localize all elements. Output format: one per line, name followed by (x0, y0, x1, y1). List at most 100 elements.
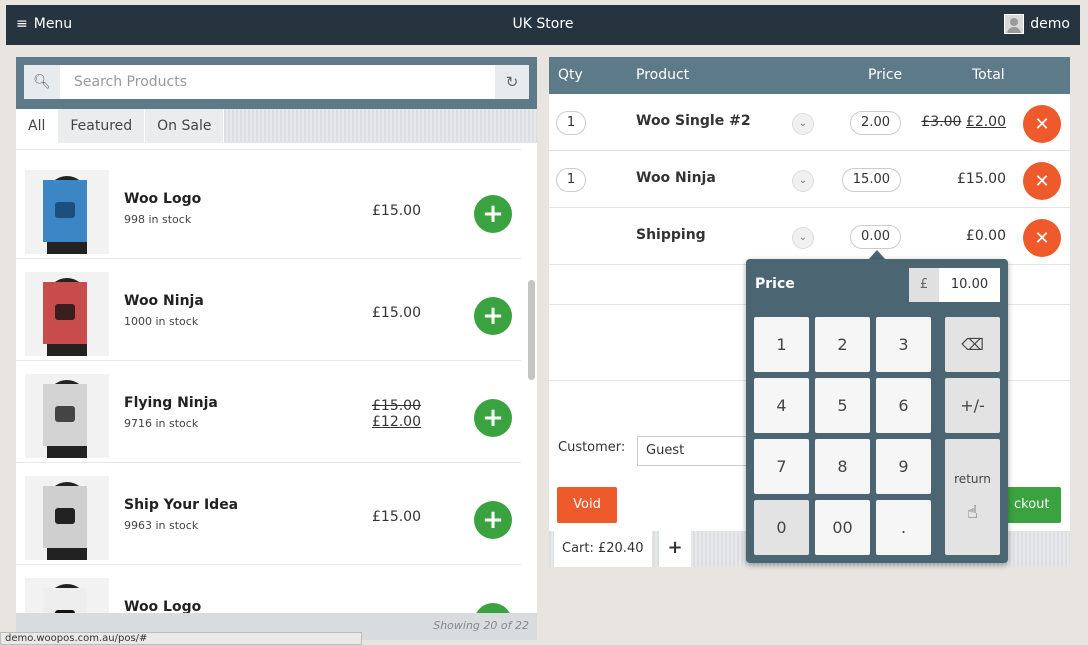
product-image (25, 374, 109, 458)
key-5[interactable]: 5 (815, 378, 870, 433)
tab-on-sale[interactable]: On Sale (145, 109, 225, 143)
store-title: UK Store (512, 16, 574, 32)
cart-item-total: £3.00 £2.00 (921, 114, 1006, 130)
add-to-cart-button[interactable]: + (474, 399, 512, 437)
product-row[interactable]: Flying Ninja 9716 in stock £15.00 £12.00… (16, 361, 521, 463)
cart-row: 1 Woo Ninja ⌄ 15.00 £15.00 ✕ (549, 151, 1070, 208)
showing-count: Showing 20 of 22 (433, 619, 529, 632)
product-image (25, 476, 109, 560)
product-name: Woo Ninja (124, 293, 204, 309)
key-9[interactable]: 9 (876, 439, 931, 494)
poster-mark (55, 508, 75, 524)
cart-item-name: Woo Ninja (636, 170, 716, 186)
key-8[interactable]: 8 (815, 439, 870, 494)
user-menu[interactable]: demo (1004, 14, 1070, 34)
key-7[interactable]: 7 (754, 439, 809, 494)
add-to-cart-button[interactable]: + (474, 195, 512, 233)
product-stock: 9716 in stock (124, 417, 199, 430)
remove-item-button[interactable]: ✕ (1023, 162, 1061, 200)
price-keypad: Price £ 10.00 1 2 3 ⌫ 4 5 6 +/- 7 8 9 re… (746, 259, 1008, 563)
col-price: Price (868, 67, 903, 83)
product-price: £15.00 £12.00 (372, 398, 421, 430)
poster-mark (55, 202, 75, 218)
chevron-down-icon[interactable]: ⌄ (792, 170, 814, 192)
total-new: £2.00 (965, 114, 1006, 130)
search-icon[interactable]: 🔍︎ (24, 65, 60, 99)
price-field[interactable]: 0.00 (850, 225, 901, 249)
col-qty: Qty (558, 67, 583, 83)
product-name: Woo Logo (124, 599, 202, 613)
backspace-icon: ⌫ (961, 335, 984, 354)
key-decimal[interactable]: . (876, 500, 931, 555)
customer-field[interactable]: Guest (637, 436, 757, 466)
qty-field[interactable]: 1 (556, 168, 586, 192)
poster-mark (55, 304, 75, 320)
product-image (25, 170, 109, 254)
products-panel: 🔍︎ ↻ All Featured On Sale Woo Logo 998 i… (16, 57, 537, 640)
price-field[interactable]: 2.00 (850, 111, 901, 135)
cart-item-name: Woo Single #2 (636, 113, 751, 129)
user-name: demo (1030, 16, 1070, 32)
hand-cursor-icon: ☝ (967, 501, 978, 523)
avatar (1004, 14, 1025, 34)
product-stock: 9963 in stock (124, 519, 199, 532)
price-field[interactable]: 15.00 (841, 168, 901, 192)
refresh-icon[interactable]: ↻ (495, 65, 529, 99)
product-row[interactable]: Woo Logo 998 in stock £15.00 + (16, 157, 521, 259)
product-tabs: All Featured On Sale (16, 109, 537, 143)
product-stock: 998 in stock (124, 213, 192, 226)
qty-field[interactable]: 1 (556, 111, 586, 135)
add-cart-button[interactable]: + (659, 531, 691, 567)
total-old: £3.00 (921, 114, 962, 130)
product-price: £15.00 (372, 203, 421, 219)
chevron-down-icon[interactable]: ⌄ (792, 113, 814, 135)
plus-minus-key[interactable]: +/- (945, 378, 1000, 433)
cart-item-name: Shipping (636, 227, 706, 243)
search-input[interactable] (60, 65, 495, 99)
product-name: Woo Logo (124, 191, 202, 207)
product-name: Flying Ninja (124, 395, 218, 411)
checkout-button[interactable]: ckout (1006, 487, 1061, 523)
cart-row: 1 Woo Single #2 ⌄ 2.00 £3.00 £2.00 ✕ (549, 94, 1070, 151)
key-3[interactable]: 3 (876, 317, 931, 372)
key-6[interactable]: 6 (876, 378, 931, 433)
customer-label: Customer: (558, 440, 626, 455)
product-row[interactable]: Woo Logo + (16, 565, 521, 613)
currency-symbol: £ (909, 268, 939, 302)
col-product: Product (636, 67, 690, 83)
product-row-partial (16, 143, 521, 150)
key-1[interactable]: 1 (754, 317, 809, 372)
chevron-down-icon[interactable]: ⌄ (792, 227, 814, 249)
key-0[interactable]: 0 (754, 500, 809, 555)
return-key[interactable]: return ☝ (945, 439, 1000, 555)
key-00[interactable]: 00 (815, 500, 870, 555)
cart-header: Qty Product Price Total (549, 57, 1070, 94)
return-label: return (954, 471, 991, 486)
product-price: £15.00 (372, 305, 421, 321)
add-to-cart-button[interactable]: + (474, 603, 512, 613)
add-to-cart-button[interactable]: + (474, 501, 512, 539)
cart-row-shipping: Shipping ⌄ 0.00 £0.00 ✕ (549, 208, 1070, 265)
cart-item-total: £15.00 (957, 171, 1006, 187)
tab-featured[interactable]: Featured (58, 109, 146, 143)
keypad-value[interactable]: 10.00 (939, 268, 1000, 302)
remove-item-button[interactable]: ✕ (1023, 105, 1061, 143)
void-button[interactable]: Void (557, 487, 617, 523)
backspace-key[interactable]: ⌫ (945, 317, 1000, 372)
status-url: demo.woopos.com.au/pos/# (0, 632, 362, 645)
product-sale-price: £12.00 (372, 414, 421, 430)
key-4[interactable]: 4 (754, 378, 809, 433)
tab-all[interactable]: All (16, 109, 59, 143)
col-total: Total (972, 67, 1005, 83)
add-to-cart-button[interactable]: + (474, 297, 512, 335)
product-image (25, 272, 109, 356)
remove-item-button[interactable]: ✕ (1023, 219, 1061, 257)
scrollbar-thumb[interactable] (528, 280, 535, 380)
keypad-title: Price (755, 276, 795, 292)
cart-tab[interactable]: Cart: £20.40 (554, 531, 652, 567)
product-row[interactable]: Ship Your Idea 9963 in stock £15.00 + (16, 463, 521, 565)
product-scrollbar[interactable] (523, 143, 537, 613)
product-old-price: £15.00 (372, 398, 421, 414)
key-2[interactable]: 2 (815, 317, 870, 372)
product-row[interactable]: Woo Ninja 1000 in stock £15.00 + (16, 259, 521, 361)
